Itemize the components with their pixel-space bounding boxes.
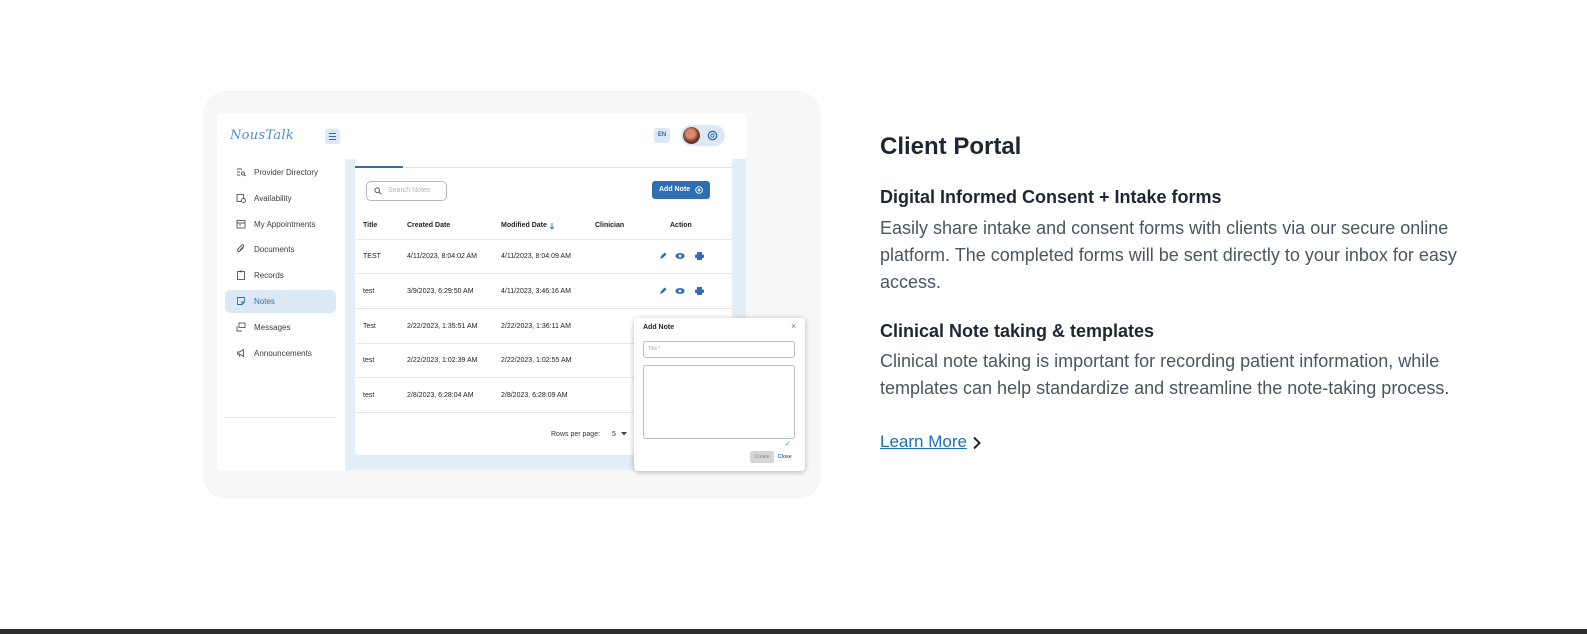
edit-icon[interactable] — [659, 252, 667, 260]
cell-created: 3/9/2023, 6:29:50 AM — [407, 288, 474, 295]
cell-title: TEST — [363, 253, 381, 260]
column-header-title[interactable]: Title — [363, 222, 377, 229]
menu-icon[interactable] — [325, 129, 340, 144]
cell-modified: 2/8/2023, 6:28:09 AM — [501, 392, 568, 399]
column-header-created[interactable]: Created Date — [407, 222, 450, 229]
cell-title: test — [363, 288, 375, 295]
sidebar-item-label: Records — [254, 271, 284, 280]
search-icon — [374, 187, 382, 195]
search-placeholder: Search Notes — [388, 187, 431, 194]
sidebar-item-records[interactable]: Records — [225, 264, 336, 287]
sort-down-icon[interactable] — [549, 223, 555, 230]
cell-modified: 2/22/2023, 1:02:55 AM — [501, 357, 572, 364]
sidebar-item-label: Availability — [254, 194, 292, 203]
cell-title: Test — [363, 323, 376, 330]
column-header-clinician[interactable]: Clinician — [595, 222, 624, 229]
gear-icon — [707, 130, 718, 141]
close-icon[interactable]: × — [791, 322, 796, 331]
sidebar-item-provider-directory[interactable]: Provider Directory — [225, 161, 336, 184]
cell-created: 4/11/2023, 8:04:02 AM — [407, 253, 477, 260]
directory-icon — [237, 168, 246, 177]
messages-icon — [236, 322, 246, 332]
brand-logo: NousTalk — [230, 128, 295, 143]
cell-modified: 2/22/2023, 1:36:11 AM — [501, 323, 571, 330]
sidebar-item-label: Messages — [254, 323, 291, 332]
note-icon — [237, 297, 245, 305]
sidebar-item-label: Announcements — [254, 349, 312, 358]
cell-created: 2/22/2023, 1:02:39 AM — [407, 357, 478, 364]
column-header-modified[interactable]: Modified Date — [501, 222, 547, 229]
caret-down-icon — [620, 432, 627, 436]
view-icon[interactable] — [675, 252, 685, 260]
sidebar-item-availability[interactable]: Availability — [225, 187, 336, 210]
avatar — [683, 127, 700, 144]
add-circle-icon — [695, 186, 703, 194]
feature-body-consent: Easily share intake and consent forms wi… — [880, 218, 1457, 292]
add-note-button[interactable]: Add Note — [652, 181, 710, 199]
sidebar-item-documents[interactable]: Documents — [225, 238, 336, 261]
sidebar-item-label: My Appointments — [254, 220, 316, 229]
footer-edge — [0, 629, 1587, 634]
close-button[interactable]: Close — [778, 454, 792, 460]
user-menu[interactable] — [681, 125, 725, 146]
header-divider — [355, 239, 732, 240]
feature-heading-consent: Digital Informed Consent + Intake forms — [880, 187, 1222, 207]
sidebar-divider — [225, 417, 336, 418]
cell-modified: 4/11/2023, 3:46:16 AM — [501, 288, 571, 295]
learn-more-link[interactable]: Learn More — [880, 432, 967, 452]
rows-per-page-select[interactable]: 5 — [612, 431, 627, 438]
dialog-title: Add Note — [643, 324, 675, 331]
note-body-textarea[interactable] — [643, 365, 795, 439]
cell-title: test — [363, 392, 375, 399]
sidebar-item-messages[interactable]: Messages — [225, 316, 336, 339]
clipboard-icon — [237, 270, 245, 280]
note-title-input[interactable]: Title * — [643, 341, 795, 358]
sidebar-item-label: Provider Directory — [254, 168, 319, 177]
cell-created: 2/8/2023, 6:28:04 AM — [407, 392, 474, 399]
calendar-icon — [236, 220, 246, 229]
sidebar-item-announcements[interactable]: Announcements — [225, 342, 336, 365]
notes-search-input[interactable]: Search Notes — [366, 181, 447, 201]
rows-per-page-label: Rows per page: — [551, 431, 601, 438]
cell-title: test — [363, 357, 375, 364]
feature-body-notes: Clinical note taking is important for re… — [880, 351, 1450, 398]
cell-created: 2/22/2023, 1:35:51 AM — [407, 323, 478, 330]
note-title-placeholder: Title * — [648, 346, 661, 352]
edit-icon[interactable] — [659, 287, 667, 295]
view-icon[interactable] — [675, 287, 685, 295]
sidebar-item-label: Documents — [254, 245, 295, 254]
language-button[interactable]: EN — [654, 128, 670, 143]
app-header: NousTalk EN — [217, 114, 746, 159]
check-icon: ✓ — [785, 441, 791, 448]
availability-icon — [236, 194, 246, 203]
rows-per-page-value: 5 — [612, 431, 616, 438]
sidebar-item-notes[interactable]: Notes — [225, 290, 336, 313]
create-button[interactable]: Create — [750, 451, 774, 463]
column-header-action: Action — [670, 222, 692, 229]
section-title: Client Portal — [880, 133, 1022, 160]
add-note-dialog: Add Note × Title * ✓ Create Close — [634, 318, 805, 471]
row-divider — [355, 308, 732, 309]
sidebar-item-label: Notes — [254, 297, 275, 306]
chevron-right-icon[interactable] — [972, 436, 982, 450]
row-divider — [355, 273, 732, 274]
print-icon[interactable] — [695, 252, 704, 260]
megaphone-icon — [237, 348, 244, 358]
print-icon[interactable] — [695, 287, 704, 295]
tab-divider — [355, 167, 732, 168]
cell-modified: 4/11/2023, 8:04:09 AM — [501, 253, 571, 260]
sidebar-item-my-appointments[interactable]: My Appointments — [225, 213, 336, 236]
tab-notes-indicator — [355, 166, 403, 168]
paperclip-icon — [237, 244, 245, 252]
feature-heading-notes: Clinical Note taking & templates — [880, 321, 1155, 341]
add-note-label: Add Note — [659, 186, 691, 193]
sidebar: Provider Directory Availability My Appoi… — [217, 159, 345, 470]
